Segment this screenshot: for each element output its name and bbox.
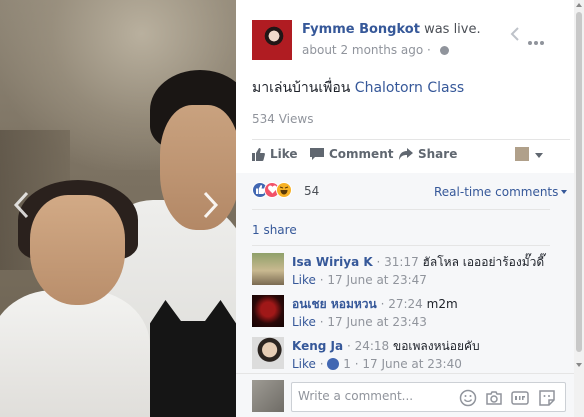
comment-video-timestamp[interactable]: · 31:17 (377, 255, 419, 269)
previous-photo-button[interactable] (6, 185, 36, 225)
feedback-area: 54 Real-time comments 1 share Isa Wiriya… (236, 173, 574, 373)
comment-meta: Like · 17 June at 23:43 (292, 315, 427, 329)
comment-text: m2m (426, 297, 458, 311)
comment-like-button[interactable]: Like (292, 357, 316, 371)
chevron-down-icon[interactable] (535, 153, 543, 158)
post-time-line: about 2 months ago · (302, 43, 449, 57)
shares-divider (252, 245, 550, 246)
comment-date[interactable]: 17 June at 23:47 (327, 273, 427, 287)
comment-video-timestamp[interactable]: · 27:24 (381, 297, 423, 311)
comment-sort-label: Real-time comments (434, 185, 559, 199)
share-label: Share (418, 147, 458, 161)
comment-video-timestamp[interactable]: · 24:18 (347, 339, 389, 353)
scrollbar-thumb[interactable] (576, 12, 582, 352)
commenter-name[interactable]: Isa Wiriya K (292, 255, 373, 269)
comment-sort-dropdown[interactable]: Real-time comments (434, 185, 568, 199)
comment-meta: Like · 17 June at 23:47 (292, 273, 427, 287)
comment-date[interactable]: 17 June at 23:43 (327, 315, 427, 329)
chevron-right-icon (196, 191, 226, 219)
owner-line: Fymme Bongkot was live. (302, 22, 481, 37)
scroll-up-icon[interactable] (576, 3, 582, 7)
more-options-icon[interactable] (528, 30, 546, 49)
comment-input[interactable] (298, 389, 448, 403)
live-video-photo[interactable] (0, 0, 236, 417)
emoji-icon[interactable] (459, 389, 477, 407)
panel-scrollbar[interactable] (574, 0, 584, 417)
meta-separator: · (319, 357, 324, 371)
reactions-divider (252, 209, 550, 210)
tagged-friend-link[interactable]: Chalotorn Class (355, 80, 464, 96)
meta-separator: · (319, 273, 324, 287)
chevron-left-icon[interactable] (510, 26, 520, 46)
post-header: Fymme Bongkot was live. about 2 months a… (252, 16, 572, 64)
scroll-down-icon[interactable] (576, 363, 582, 367)
globe-icon[interactable] (439, 46, 449, 55)
timestamp-separator: · (427, 43, 431, 57)
share-arrow-icon (399, 147, 418, 161)
commenter-avatar[interactable] (252, 337, 284, 369)
commenter-avatar[interactable] (252, 295, 284, 327)
reaction-count: 54 (304, 184, 320, 198)
meta-separator: · (319, 315, 324, 329)
post-timestamp[interactable]: about 2 months ago (302, 43, 423, 57)
commenter-avatar[interactable] (252, 253, 284, 285)
haha-reaction-icon (276, 182, 292, 198)
comment-item: อนเชย หอมหวน · 27:24 m2m Like · 17 June … (252, 295, 562, 339)
comment-text: ขอเพลงหน่อยคับ (392, 339, 480, 353)
sticker-icon[interactable] (538, 389, 556, 407)
share-button[interactable]: Share (399, 147, 457, 161)
comment-text-line: Keng Ja · 24:18 ขอเพลงหน่อยคับ (292, 337, 480, 356)
post-side-panel: Fymme Bongkot was live. about 2 months a… (236, 0, 584, 417)
view-count: 534 Views (252, 112, 314, 126)
current-user-avatar (252, 380, 284, 412)
comment-button[interactable]: Comment (310, 147, 393, 161)
comment-composer (236, 373, 574, 417)
thumbs-up-icon (252, 147, 270, 161)
comment-input-box[interactable] (291, 382, 566, 412)
post-as-page-avatar[interactable] (515, 147, 529, 161)
share-count-link[interactable]: 1 share (252, 223, 297, 237)
comment-text-line: Isa Wiriya K · 31:17 ฮัลโหล เอออย่าร้องม… (292, 253, 544, 272)
post-text: มาเล่นบ้านเพื่อน (252, 80, 355, 96)
post-message: มาเล่นบ้านเพื่อน Chalotorn Class (252, 77, 464, 99)
like-button[interactable]: Like (252, 147, 298, 161)
chevron-left-icon (6, 191, 36, 219)
live-status-text: was live. (424, 22, 481, 37)
comment-label: Comment (329, 147, 394, 161)
like-label: Like (270, 147, 298, 161)
camera-icon[interactable] (485, 389, 503, 407)
comment-like-button[interactable]: Like (292, 315, 316, 329)
commenter-name[interactable]: อนเชย หอมหวน (292, 297, 377, 311)
next-photo-button[interactable] (196, 185, 226, 225)
comment-bubble-icon (310, 147, 329, 161)
comment-like-button[interactable]: Like (292, 273, 316, 287)
post-actions-bar: Like Comment Share (252, 140, 570, 172)
photo-woman-shirt (0, 290, 150, 417)
chevron-down-icon (561, 190, 568, 194)
commenter-name[interactable]: Keng Ja (292, 339, 343, 353)
owner-avatar[interactable] (252, 20, 292, 60)
owner-name-link[interactable]: Fymme Bongkot (302, 22, 420, 37)
comment-date[interactable]: 17 June at 23:40 (362, 357, 462, 371)
photo-woman-face (30, 195, 125, 305)
comment-meta: Like · 1 · 17 June at 23:40 (292, 357, 462, 371)
gif-icon[interactable] (511, 389, 529, 407)
comment-like-badge-icon[interactable] (327, 358, 340, 370)
comment-like-count[interactable]: 1 (343, 357, 351, 371)
comment-item: Isa Wiriya K · 31:17 ฮัลโหล เอออย่าร้องม… (252, 253, 562, 297)
comment-text: ฮัลโหล เอออย่าร้องมั๊วดี๊ (422, 255, 545, 269)
meta-separator: · (354, 357, 359, 371)
comment-text-line: อนเชย หอมหวน · 27:24 m2m (292, 295, 458, 314)
